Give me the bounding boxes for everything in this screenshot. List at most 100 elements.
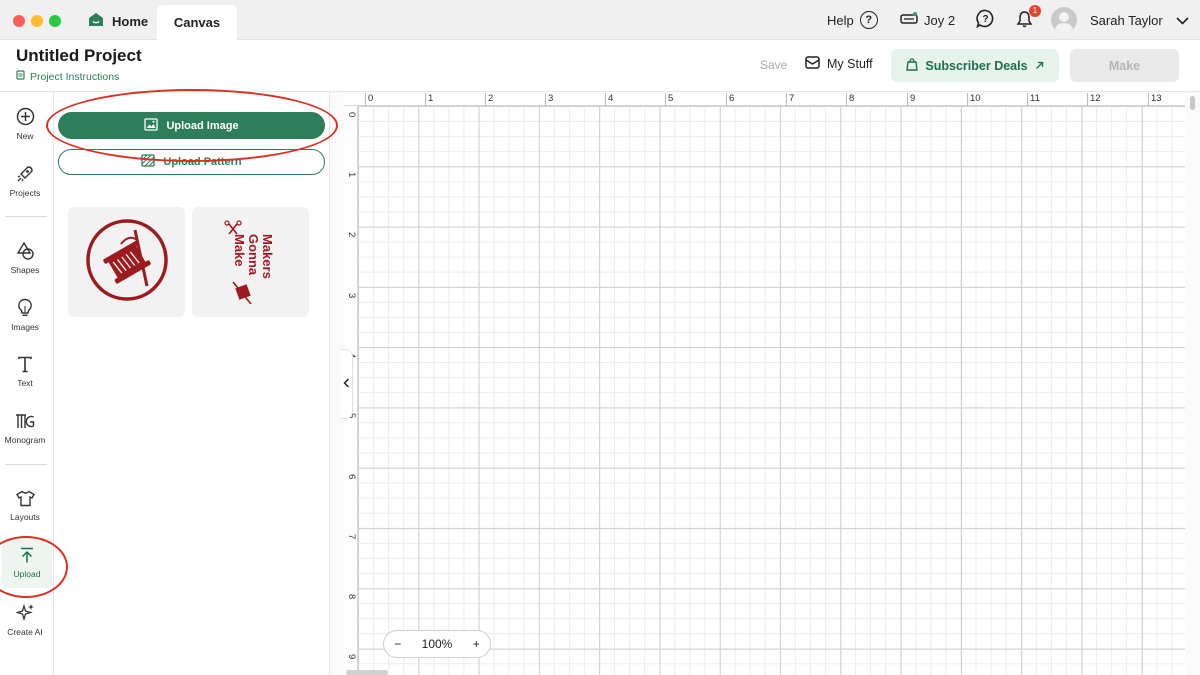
ruler-x-label: 10 — [967, 93, 981, 106]
nav-images[interactable]: Images — [0, 290, 50, 340]
ruler-x-label: 12 — [1087, 93, 1101, 106]
left-nav-rail: New Projects Shapes Images Text Monogram — [0, 92, 54, 675]
monogram-icon — [15, 413, 35, 432]
window-titlebar: Home Canvas Help ? Joy 2 ? 1 Sarah Taylo… — [0, 0, 1200, 40]
project-header: Untitled Project Project Instructions Sa… — [0, 40, 1200, 92]
nav-new-label: New — [16, 131, 34, 141]
vertical-scrollbar[interactable] — [1190, 96, 1195, 110]
save-button[interactable]: Save — [760, 58, 787, 72]
ruler-y-label: 7 — [346, 534, 357, 540]
nav-upload[interactable]: Upload — [2, 538, 52, 588]
nav-images-label: Images — [11, 322, 39, 332]
help-button[interactable]: Help ? — [827, 8, 878, 32]
tab-home[interactable]: Home — [80, 6, 156, 36]
nav-monogram-label: Monogram — [4, 435, 46, 445]
chat-help-icon: ? — [976, 9, 995, 31]
design-text-line: Gonna — [246, 234, 261, 276]
window-minimize-button[interactable] — [31, 15, 43, 27]
nav-create-ai-label: Create AI — [7, 627, 43, 637]
upload-image-label: Upload Image — [166, 119, 239, 132]
nav-layouts[interactable]: Layouts — [0, 481, 50, 531]
document-icon — [16, 70, 25, 83]
zoom-out-button[interactable]: − — [394, 637, 401, 651]
subscriber-deals-button[interactable]: Subscriber Deals — [891, 49, 1059, 82]
canvas-grid[interactable] — [358, 106, 1185, 675]
tab-home-label: Home — [112, 13, 149, 29]
ruler-x-label: 3 — [544, 93, 554, 106]
bell-icon: 1 — [1016, 4, 1041, 31]
nav-divider — [5, 216, 47, 217]
zoom-in-button[interactable]: + — [473, 637, 480, 651]
ruler-x-label: 9 — [906, 93, 916, 106]
machine-label: Joy 2 — [924, 12, 956, 28]
machine-selector[interactable]: Joy 2 — [900, 8, 955, 32]
ruler-y-label: 2 — [346, 232, 357, 238]
design-canvas[interactable]: 0 1 2 3 4 5 6 7 8 9 10 11 12 13 0 1 2 3 … — [330, 92, 1200, 675]
upload-pattern-label: Upload Pattern — [163, 156, 242, 168]
ruler-x-label: 2 — [484, 93, 494, 106]
upload-image-button[interactable]: Upload Image — [58, 112, 325, 139]
page-title: Untitled Project — [16, 46, 142, 65]
ruler-x-label: 0 — [364, 93, 374, 106]
ruler-y-label: 3 — [346, 293, 357, 299]
bulb-icon — [17, 298, 33, 319]
horizontal-scrollbar[interactable] — [346, 670, 388, 675]
design-text-line: Make — [232, 234, 247, 267]
ruler-y-label: 0 — [346, 112, 357, 118]
chat-help-glyph: ? — [982, 14, 988, 25]
my-stuff-label: My Stuff — [827, 57, 873, 71]
external-arrow-icon — [1035, 59, 1044, 73]
nav-projects-label: Projects — [9, 187, 41, 198]
ruler-x-label: 11 — [1027, 93, 1040, 106]
uploaded-image-thumbnail[interactable] — [68, 207, 185, 317]
machine-icon — [900, 11, 918, 29]
spool-needle-logo-icon — [85, 218, 169, 307]
nav-text-label: Text — [17, 378, 33, 388]
zoom-control: − 100% + — [383, 630, 491, 658]
nav-projects[interactable]: Projects — [0, 156, 50, 206]
user-menu[interactable]: Sarah Taylor — [1051, 6, 1189, 34]
ruler-x-label: 6 — [725, 93, 735, 106]
tab-canvas[interactable]: Canvas — [157, 5, 237, 40]
collapse-panel-button[interactable] — [341, 349, 353, 419]
sparkle-icon — [14, 603, 35, 624]
chat-support-button[interactable]: ? — [976, 8, 995, 32]
chevron-down-icon — [1176, 13, 1189, 28]
window-close-button[interactable] — [13, 15, 25, 27]
ruler-y-label: 8 — [346, 594, 357, 600]
zoom-level: 100% — [421, 637, 453, 651]
avatar — [1051, 7, 1077, 33]
nav-monogram[interactable]: Monogram — [0, 404, 50, 454]
makers-gonna-make-design: Makers Gonna Make — [223, 220, 275, 304]
my-stuff-button[interactable]: My Stuff — [805, 56, 873, 72]
mail-tray-icon — [805, 56, 820, 72]
pattern-icon — [141, 154, 156, 170]
ruler-y-label: 1 — [346, 172, 357, 178]
shapes-icon — [16, 241, 35, 262]
ruler-y-label: 6 — [346, 474, 357, 480]
chevron-left-icon — [343, 375, 350, 393]
nav-new[interactable]: New — [0, 99, 50, 149]
nav-shapes[interactable]: Shapes — [0, 233, 50, 283]
project-instructions-link[interactable]: Project Instructions — [16, 70, 119, 83]
window-zoom-button[interactable] — [49, 15, 61, 27]
uploaded-image-thumbnail[interactable]: Makers Gonna Make — [192, 207, 309, 317]
nav-upload-label: Upload — [13, 569, 41, 579]
nav-text[interactable]: Text — [0, 347, 50, 397]
home-icon — [88, 12, 104, 30]
nav-layouts-label: Layouts — [10, 512, 40, 522]
ruler-x-label: 13 — [1148, 93, 1162, 106]
upload-icon — [19, 547, 35, 566]
make-button[interactable]: Make — [1070, 49, 1179, 82]
nav-create-ai[interactable]: Create AI — [0, 595, 50, 645]
notifications-button[interactable]: 1 — [1016, 4, 1041, 32]
image-icon — [144, 117, 159, 134]
ruler-x-label: 5 — [664, 93, 674, 106]
subscriber-deals-label: Subscriber Deals — [925, 58, 1028, 73]
ruler-x-label: 7 — [785, 93, 795, 106]
upload-pattern-button[interactable]: Upload Pattern — [58, 149, 325, 175]
design-text-line: Makers — [260, 234, 275, 279]
ruler-x-label: 8 — [845, 93, 855, 106]
text-icon — [17, 356, 33, 375]
notification-badge: 1 — [1029, 4, 1041, 17]
